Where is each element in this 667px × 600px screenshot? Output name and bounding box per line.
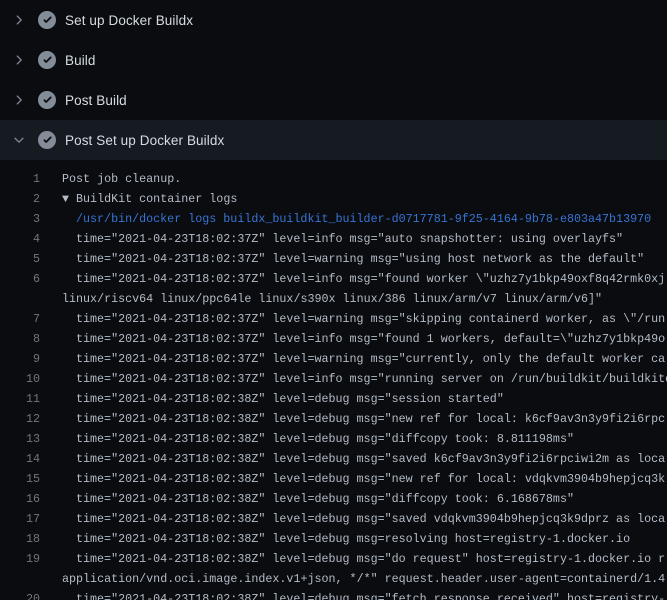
log-line: 8 time="2021-04-23T18:02:37Z" level=info… — [0, 329, 667, 349]
log-line-number[interactable]: 5 — [0, 249, 40, 269]
chevron-right-icon — [12, 13, 26, 27]
log-line-text: /usr/bin/docker logs buildx_buildkit_bui… — [40, 209, 651, 229]
log-line-number[interactable]: 4 — [0, 229, 40, 249]
check-circle-icon — [38, 11, 56, 29]
log-line-number[interactable]: 19 — [0, 549, 40, 569]
log-line-text: time="2021-04-23T18:02:38Z" level=debug … — [40, 509, 665, 529]
log-line-text: time="2021-04-23T18:02:38Z" level=debug … — [40, 529, 630, 549]
log-line-text: Post job cleanup. — [40, 169, 181, 189]
log-line: 1 Post job cleanup. — [0, 169, 667, 189]
log-line-number[interactable]: 1 — [0, 169, 40, 189]
check-circle-icon — [38, 91, 56, 109]
log-line-text: time="2021-04-23T18:02:38Z" level=debug … — [40, 449, 665, 469]
log-line: 4 time="2021-04-23T18:02:37Z" level=info… — [0, 229, 667, 249]
log-line-number[interactable]: 8 — [0, 329, 40, 349]
log-line-text: time="2021-04-23T18:02:38Z" level=debug … — [40, 409, 665, 429]
log-line-number[interactable]: 17 — [0, 509, 40, 529]
log-line-number[interactable]: 6 — [0, 269, 40, 289]
log-line-number[interactable]: 9 — [0, 349, 40, 369]
log-line-text: ▼ BuildKit container logs — [40, 189, 237, 209]
step-title: Post Set up Docker Buildx — [65, 133, 224, 148]
log-line: 17 time="2021-04-23T18:02:38Z" level=deb… — [0, 509, 667, 529]
log-line-text: linux/riscv64 linux/ppc64le linux/s390x … — [40, 289, 602, 309]
log-line-text: time="2021-04-23T18:02:37Z" level=info m… — [40, 369, 667, 389]
log-line: 11 time="2021-04-23T18:02:38Z" level=deb… — [0, 389, 667, 409]
actions-log-viewer: Set up Docker Buildx Build Post Build Po… — [0, 0, 667, 600]
log-line: 10 time="2021-04-23T18:02:37Z" level=inf… — [0, 369, 667, 389]
log-line-number[interactable]: 20 — [0, 589, 40, 600]
log-line-text: time="2021-04-23T18:02:37Z" level=info m… — [40, 329, 665, 349]
check-circle-icon — [38, 131, 56, 149]
log-line-text: time="2021-04-23T18:02:37Z" level=info m… — [40, 229, 623, 249]
step-title: Set up Docker Buildx — [65, 13, 193, 28]
log-line-number[interactable]: 13 — [0, 429, 40, 449]
log-line-text: time="2021-04-23T18:02:38Z" level=debug … — [40, 549, 665, 569]
log-line: 16 time="2021-04-23T18:02:38Z" level=deb… — [0, 489, 667, 509]
log-line-text: time="2021-04-23T18:02:38Z" level=debug … — [40, 389, 504, 409]
log-line-number[interactable]: 2 — [0, 189, 40, 209]
log-pane: 1 Post job cleanup. 2 ▼ BuildKit contain… — [0, 160, 667, 600]
step-list: Set up Docker Buildx Build Post Build Po… — [0, 0, 667, 160]
log-line: application/vnd.oci.image.index.v1+json,… — [0, 569, 667, 589]
step-header-post-build[interactable]: Post Build — [0, 80, 667, 120]
log-line[interactable]: 2 ▼ BuildKit container logs — [0, 189, 667, 209]
log-line-text: time="2021-04-23T18:02:38Z" level=debug … — [40, 469, 665, 489]
log-line-text: time="2021-04-23T18:02:37Z" level=warnin… — [40, 249, 644, 269]
log-line-text: time="2021-04-23T18:02:37Z" level=warnin… — [40, 349, 665, 369]
log-line: 20 time="2021-04-23T18:02:38Z" level=deb… — [0, 589, 667, 600]
log-line-number[interactable]: 14 — [0, 449, 40, 469]
log-line-number[interactable]: 10 — [0, 369, 40, 389]
log-line-text: time="2021-04-23T18:02:38Z" level=debug … — [40, 489, 574, 509]
log-line-number[interactable]: 18 — [0, 529, 40, 549]
chevron-down-icon — [12, 133, 26, 147]
log-line-number[interactable]: 16 — [0, 489, 40, 509]
step-header-set-up-docker-buildx[interactable]: Set up Docker Buildx — [0, 0, 667, 40]
step-title: Post Build — [65, 93, 127, 108]
log-line-number — [0, 289, 40, 309]
log-line-number[interactable]: 3 — [0, 209, 40, 229]
log-line: linux/riscv64 linux/ppc64le linux/s390x … — [0, 289, 667, 309]
chevron-right-icon — [12, 53, 26, 67]
log-line: 3 /usr/bin/docker logs buildx_buildkit_b… — [0, 209, 667, 229]
step-title: Build — [65, 53, 96, 68]
log-line-text: application/vnd.oci.image.index.v1+json,… — [40, 569, 665, 589]
log-line: 6 time="2021-04-23T18:02:37Z" level=info… — [0, 269, 667, 289]
log-line-number — [0, 569, 40, 589]
log-line-text: time="2021-04-23T18:02:38Z" level=debug … — [40, 429, 574, 449]
log-line-number[interactable]: 7 — [0, 309, 40, 329]
group-expander-icon[interactable]: ▼ — [62, 192, 76, 206]
log-line: 15 time="2021-04-23T18:02:38Z" level=deb… — [0, 469, 667, 489]
log-line-number[interactable]: 11 — [0, 389, 40, 409]
log-line: 12 time="2021-04-23T18:02:38Z" level=deb… — [0, 409, 667, 429]
log-line: 7 time="2021-04-23T18:02:37Z" level=warn… — [0, 309, 667, 329]
log-line-number[interactable]: 12 — [0, 409, 40, 429]
chevron-right-icon — [12, 93, 26, 107]
log-line-text: time="2021-04-23T18:02:37Z" level=info m… — [40, 269, 665, 289]
log-line-number[interactable]: 15 — [0, 469, 40, 489]
log-line: 9 time="2021-04-23T18:02:37Z" level=warn… — [0, 349, 667, 369]
log-line: 18 time="2021-04-23T18:02:38Z" level=deb… — [0, 529, 667, 549]
log-line: 19 time="2021-04-23T18:02:38Z" level=deb… — [0, 549, 667, 569]
log-line: 13 time="2021-04-23T18:02:38Z" level=deb… — [0, 429, 667, 449]
step-header-build[interactable]: Build — [0, 40, 667, 80]
check-circle-icon — [38, 51, 56, 69]
log-line: 14 time="2021-04-23T18:02:38Z" level=deb… — [0, 449, 667, 469]
step-header-post-set-up-docker-buildx[interactable]: Post Set up Docker Buildx — [0, 120, 667, 160]
log-line-text: time="2021-04-23T18:02:37Z" level=warnin… — [40, 309, 665, 329]
log-line-text: time="2021-04-23T18:02:38Z" level=debug … — [40, 589, 665, 600]
log-line: 5 time="2021-04-23T18:02:37Z" level=warn… — [0, 249, 667, 269]
